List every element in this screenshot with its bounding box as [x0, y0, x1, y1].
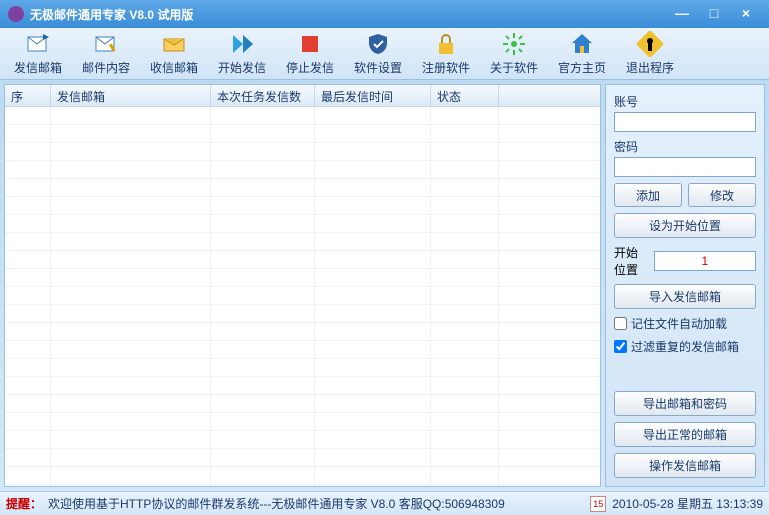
- password-input[interactable]: [614, 157, 756, 177]
- toolbar-stop[interactable]: 停止发信: [276, 30, 344, 78]
- filter-label: 过滤重复的发信邮箱: [631, 338, 739, 355]
- toolbar-label: 官方主页: [558, 59, 606, 76]
- side-panel: 账号 密码 添加 修改 设为开始位置 开始位置 导入发信邮箱 记住文件自动加载: [605, 84, 765, 487]
- table-row[interactable]: [5, 395, 600, 413]
- table-row[interactable]: [5, 251, 600, 269]
- account-label: 账号: [614, 93, 756, 110]
- start-pos-input[interactable]: [654, 251, 756, 271]
- start-pos-label: 开始位置: [614, 244, 648, 278]
- table-header: 序 发信邮箱 本次任务发信数 最后发信时间 状态: [5, 85, 600, 107]
- maximize-button[interactable]: □: [699, 5, 729, 23]
- table-row[interactable]: [5, 467, 600, 485]
- window-title: 无极邮件通用专家 V8.0 试用版: [30, 6, 193, 23]
- statusbar: 提醒： 欢迎使用基于HTTP协议的邮件群发系统---无极邮件通用专家 V8.0 …: [0, 491, 769, 515]
- toolbar-home[interactable]: 官方主页: [548, 30, 616, 78]
- toolbar-mail-in[interactable]: 收信邮箱: [140, 30, 208, 78]
- minimize-button[interactable]: —: [667, 5, 697, 23]
- play-icon: [229, 31, 255, 57]
- mail-in-icon: [161, 31, 187, 57]
- set-start-button[interactable]: 设为开始位置: [614, 213, 756, 238]
- table-row[interactable]: [5, 413, 600, 431]
- toolbar-label: 关于软件: [490, 59, 538, 76]
- toolbar-shield[interactable]: 软件设置: [344, 30, 412, 78]
- toolbar-mail-out[interactable]: 发信邮箱: [4, 30, 72, 78]
- table-row[interactable]: [5, 125, 600, 143]
- home-icon: [569, 31, 595, 57]
- col-task-count[interactable]: 本次任务发信数: [211, 85, 315, 106]
- table-row[interactable]: [5, 215, 600, 233]
- calendar-icon: 15: [590, 496, 606, 512]
- toolbar-label: 退出程序: [626, 59, 674, 76]
- toolbar-star[interactable]: 关于软件: [480, 30, 548, 78]
- table-row[interactable]: [5, 179, 600, 197]
- mail-out-icon: [25, 31, 51, 57]
- tip-text: 欢迎使用基于HTTP协议的邮件群发系统---无极邮件通用专家 V8.0 客服QQ…: [48, 495, 584, 512]
- table-row[interactable]: [5, 449, 600, 467]
- table-row[interactable]: [5, 287, 600, 305]
- toolbar-label: 邮件内容: [82, 59, 130, 76]
- account-input[interactable]: [614, 112, 756, 132]
- toolbar-label: 发信邮箱: [14, 59, 62, 76]
- toolbar-label: 开始发信: [218, 59, 266, 76]
- table-row[interactable]: [5, 269, 600, 287]
- table-row[interactable]: [5, 305, 600, 323]
- datetime: 2010-05-28 星期五 13:13:39: [612, 495, 763, 512]
- lock-icon: [433, 31, 459, 57]
- toolbar-label: 软件设置: [354, 59, 402, 76]
- mailbox-table: 序 发信邮箱 本次任务发信数 最后发信时间 状态: [4, 84, 601, 487]
- app-icon: [8, 6, 24, 22]
- table-row[interactable]: [5, 143, 600, 161]
- col-status[interactable]: 状态: [431, 85, 499, 106]
- remember-checkbox[interactable]: [614, 317, 627, 330]
- import-button[interactable]: 导入发信邮箱: [614, 284, 756, 309]
- export-ok-button[interactable]: 导出正常的邮箱: [614, 422, 756, 447]
- filter-checkbox[interactable]: [614, 340, 627, 353]
- tip-label: 提醒：: [6, 495, 42, 512]
- table-row[interactable]: [5, 233, 600, 251]
- toolbar-exit[interactable]: 退出程序: [616, 30, 684, 78]
- star-icon: [501, 31, 527, 57]
- table-row[interactable]: [5, 161, 600, 179]
- table-row[interactable]: [5, 107, 600, 125]
- remember-label: 记住文件自动加载: [631, 315, 727, 332]
- titlebar: 无极邮件通用专家 V8.0 试用版 — □ ×: [0, 0, 769, 28]
- toolbar: 发信邮箱 邮件内容 收信邮箱 开始发信 停止发信 软件设置 注册软件 关于软件 官方主页 退出程序: [0, 28, 769, 80]
- add-button[interactable]: 添加: [614, 183, 682, 207]
- modify-button[interactable]: 修改: [688, 183, 756, 207]
- exit-icon: [637, 31, 663, 57]
- table-row[interactable]: [5, 359, 600, 377]
- table-row[interactable]: [5, 197, 600, 215]
- col-seq[interactable]: 序: [5, 85, 51, 106]
- table-row[interactable]: [5, 431, 600, 449]
- col-mailbox[interactable]: 发信邮箱: [51, 85, 211, 106]
- table-row[interactable]: [5, 377, 600, 395]
- toolbar-label: 收信邮箱: [150, 59, 198, 76]
- export-pwd-button[interactable]: 导出邮箱和密码: [614, 391, 756, 416]
- toolbar-play[interactable]: 开始发信: [208, 30, 276, 78]
- toolbar-label: 停止发信: [286, 59, 334, 76]
- password-label: 密码: [614, 138, 756, 155]
- toolbar-lock[interactable]: 注册软件: [412, 30, 480, 78]
- table-row[interactable]: [5, 341, 600, 359]
- mail-edit-icon: [93, 31, 119, 57]
- operate-button[interactable]: 操作发信邮箱: [614, 453, 756, 478]
- toolbar-label: 注册软件: [422, 59, 470, 76]
- shield-icon: [365, 31, 391, 57]
- stop-icon: [297, 31, 323, 57]
- table-body[interactable]: [5, 107, 600, 486]
- toolbar-mail-edit[interactable]: 邮件内容: [72, 30, 140, 78]
- close-button[interactable]: ×: [731, 5, 761, 23]
- col-last-time[interactable]: 最后发信时间: [315, 85, 431, 106]
- table-row[interactable]: [5, 323, 600, 341]
